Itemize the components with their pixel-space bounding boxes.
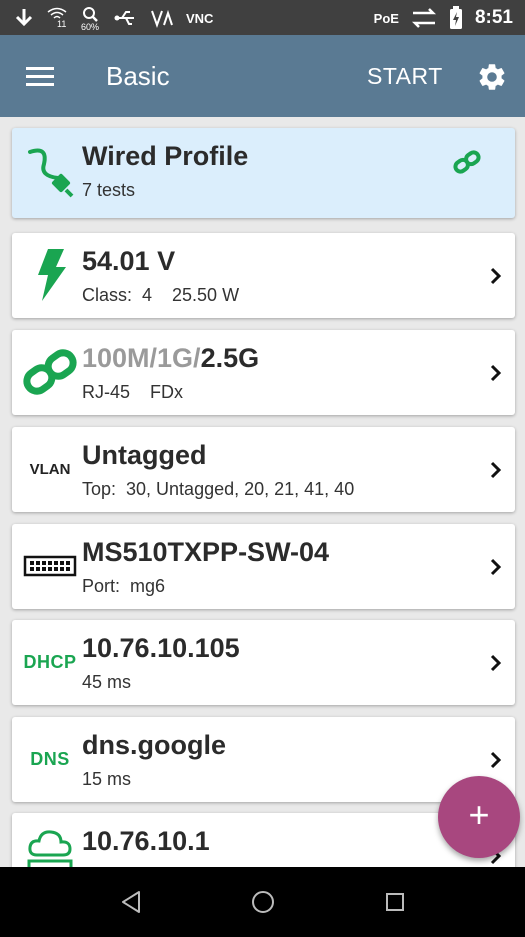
dhcp-icon: DHCP [23,651,77,672]
add-test-button[interactable]: + [438,776,520,858]
link-speed-active: 2.5G [200,343,260,373]
page-title: Basic [106,61,170,91]
card-title: Wired Profile [82,141,249,171]
card-subtitle: 15 ms [82,769,132,789]
chevron-right-icon [490,654,502,672]
lightning-icon [18,243,82,307]
start-button[interactable]: START [367,63,443,90]
navigation-bar [0,867,525,937]
ethernet-cable-icon [18,138,82,202]
card-subtitle: RJ-45 FDx [82,382,184,402]
vnc-label: VNC [186,10,214,26]
chevron-right-icon [490,558,502,576]
home-icon[interactable] [248,887,278,917]
card-title: MS510TXPP-SW-04 [82,537,330,567]
dns-card[interactable]: DNS dns.google 15 ms [12,717,515,802]
card-subtitle: Port: mg6 [82,576,166,596]
dhcp-card[interactable]: DHCP 10.76.10.105 45 ms [12,620,515,705]
status-bar: 11 60% VNC PoE 8:51 [0,0,525,35]
battery-charging-icon [449,6,462,29]
switch-card[interactable]: MS510TXPP-SW-04 Port: mg6 [12,524,515,609]
test-results-list[interactable]: Wired Profile 7 tests 54.01 V Class: 4 2… [0,117,525,867]
usb-icon [114,11,134,25]
card-subtitle: Class: 4 25.50 W [82,285,240,305]
card-title: Untagged [82,440,207,470]
status-bar-left: 11 60% VNC [14,4,213,32]
chevron-right-icon [490,267,502,285]
back-icon[interactable] [117,887,147,917]
card-title: 10.76.10.1 [82,826,210,856]
gear-icon[interactable] [476,61,508,93]
zoom-level: 60% [81,22,100,32]
wifi-label: 11 [57,19,67,29]
cloud-gateway-icon [18,823,82,867]
card-title: 54.01 V [82,246,176,276]
vlan-card[interactable]: VLAN Untagged Top: 30, Untagged, 20, 21,… [12,427,515,512]
card-title: 10.76.10.105 [82,633,240,663]
card-title: 100M/1G/2.5G [82,343,259,374]
recents-icon[interactable] [380,887,410,917]
card-subtitle: 45 ms [82,672,132,692]
wifi-icon: 11 [46,6,68,30]
chevron-right-icon [490,461,502,479]
status-clock: 8:51 [474,7,513,28]
app-bar: Basic START [0,35,525,117]
search-zoom-icon: 60% [80,6,102,32]
chevron-right-icon [490,364,502,382]
dns-icon: DNS [30,748,70,769]
poe-card[interactable]: 54.01 V Class: 4 25.50 W [12,233,515,318]
link-speed-card[interactable]: 100M/1G/2.5G RJ-45 FDx [12,330,515,415]
link-icon[interactable] [452,149,482,175]
menu-icon[interactable] [26,67,54,87]
chevron-right-icon [490,751,502,769]
link-speeds-muted: 100M/1G/ [82,343,201,373]
wired-profile-card[interactable]: Wired Profile 7 tests [12,128,515,218]
download-arrow-icon [15,9,33,27]
link-icon [18,340,82,404]
switch-icon [18,534,82,598]
card-title: dns.google [82,730,226,760]
card-subtitle: 7 tests [82,180,136,200]
vlan-icon: VLAN [29,460,71,478]
voice-icon [151,9,173,28]
card-subtitle: Top: 30, Untagged, 20, 21, 41, 40 [82,479,355,499]
poe-label: PoE [373,10,399,26]
ethernet-status-icon [411,8,436,28]
status-bar-right: PoE 8:51 [374,4,513,32]
